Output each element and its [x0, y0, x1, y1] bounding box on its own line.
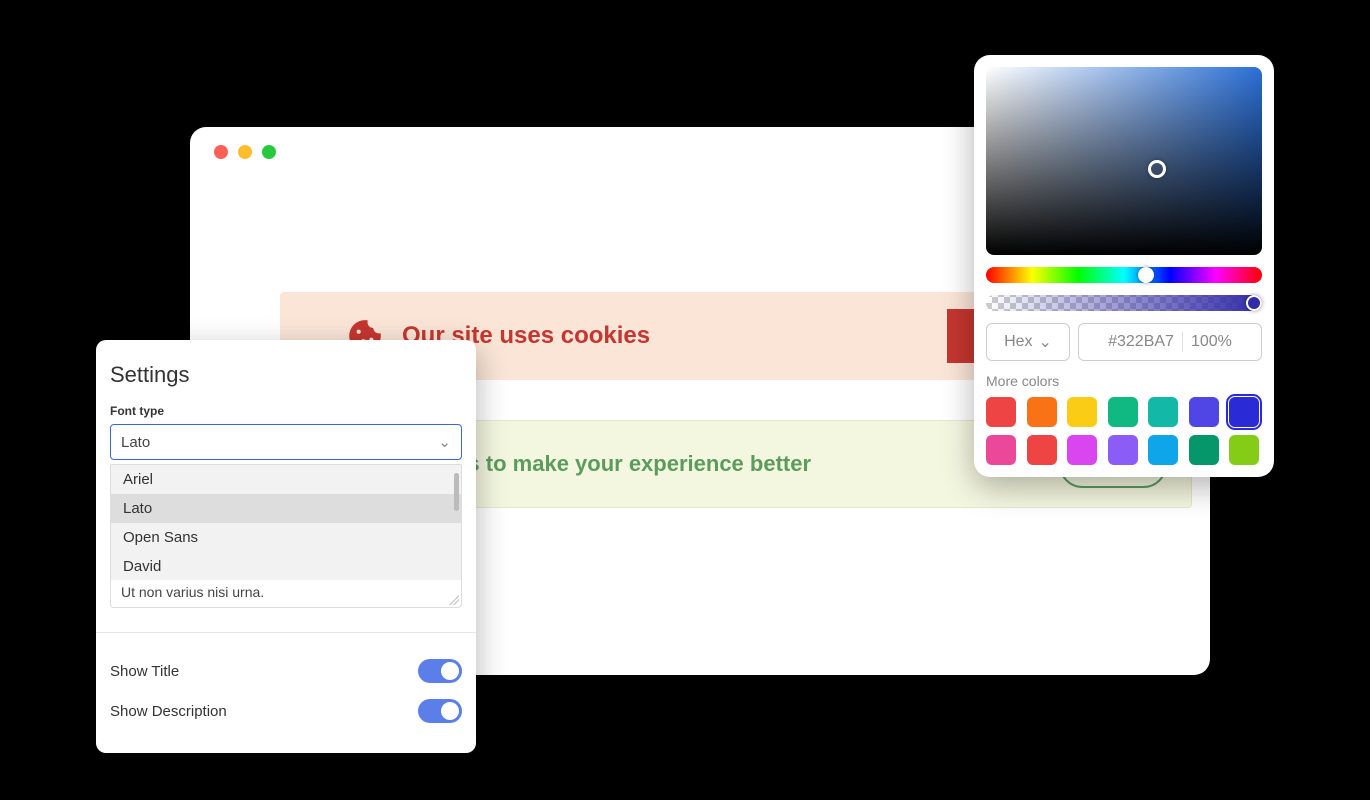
gradient-cursor[interactable]	[1148, 160, 1166, 178]
show-title-toggle[interactable]	[418, 659, 462, 683]
color-format-value: Hex	[1004, 333, 1032, 351]
show-description-label: Show Description	[110, 703, 227, 720]
separator	[1182, 332, 1183, 352]
hue-slider[interactable]	[986, 267, 1262, 283]
font-dropdown-list: Ariel Lato Open Sans David	[110, 464, 462, 582]
color-swatch[interactable]	[1067, 435, 1097, 465]
settings-panel: Settings Font type Lato ⌄ Ariel Lato Ope…	[96, 340, 476, 753]
color-swatch[interactable]	[1108, 435, 1138, 465]
color-swatch[interactable]	[1229, 397, 1259, 427]
alpha-slider[interactable]	[986, 295, 1262, 311]
color-swatch[interactable]	[1027, 397, 1057, 427]
minimize-window-button[interactable]	[238, 145, 252, 159]
color-swatch[interactable]	[986, 435, 1016, 465]
alpha-slider-thumb[interactable]	[1246, 295, 1262, 311]
cookie-banner-title: Our site uses cookies	[402, 322, 947, 350]
color-gradient-area[interactable]	[986, 67, 1262, 255]
color-picker-panel: Hex ⌄ #322BA7 100% More colors	[974, 55, 1274, 477]
maximize-window-button[interactable]	[262, 145, 276, 159]
textarea-value: Ut non varius nisi urna.	[121, 584, 264, 600]
font-option[interactable]: David	[111, 552, 461, 581]
divider	[96, 632, 476, 633]
swatch-grid	[986, 397, 1262, 465]
color-swatch[interactable]	[1027, 435, 1057, 465]
alpha-value: 100%	[1191, 333, 1232, 351]
font-option[interactable]: Ariel	[111, 465, 461, 494]
color-swatch[interactable]	[1148, 435, 1178, 465]
font-select-value: Lato	[121, 434, 150, 451]
chevron-down-icon: ⌄	[438, 433, 451, 451]
font-select[interactable]: Lato ⌄	[110, 424, 462, 460]
color-format-select[interactable]: Hex ⌄	[986, 323, 1070, 361]
color-swatch[interactable]	[1189, 397, 1219, 427]
color-swatch[interactable]	[1229, 435, 1259, 465]
traffic-lights	[214, 145, 276, 159]
close-window-button[interactable]	[214, 145, 228, 159]
color-swatch[interactable]	[986, 397, 1016, 427]
description-textarea[interactable]: Ut non varius nisi urna.	[110, 580, 462, 608]
font-option[interactable]: Open Sans	[111, 523, 461, 552]
font-type-label: Font type	[110, 404, 462, 418]
chevron-down-icon: ⌄	[1039, 332, 1052, 352]
resize-handle-icon[interactable]	[449, 595, 459, 605]
hex-value: #322BA7	[1108, 333, 1174, 351]
color-swatch[interactable]	[1067, 397, 1097, 427]
hue-slider-thumb[interactable]	[1138, 267, 1154, 283]
more-colors-label: More colors	[986, 373, 1262, 389]
hex-input[interactable]: #322BA7 100%	[1078, 323, 1262, 361]
show-title-row: Show Title	[110, 651, 462, 691]
show-description-toggle[interactable]	[418, 699, 462, 723]
show-description-row: Show Description	[110, 691, 462, 731]
settings-title: Settings	[110, 362, 462, 388]
color-swatch[interactable]	[1108, 397, 1138, 427]
color-input-row: Hex ⌄ #322BA7 100%	[986, 323, 1262, 361]
scrollbar-thumb[interactable]	[454, 473, 459, 511]
show-title-label: Show Title	[110, 663, 179, 680]
font-option[interactable]: Lato	[111, 494, 461, 523]
color-swatch[interactable]	[1189, 435, 1219, 465]
color-swatch[interactable]	[1148, 397, 1178, 427]
